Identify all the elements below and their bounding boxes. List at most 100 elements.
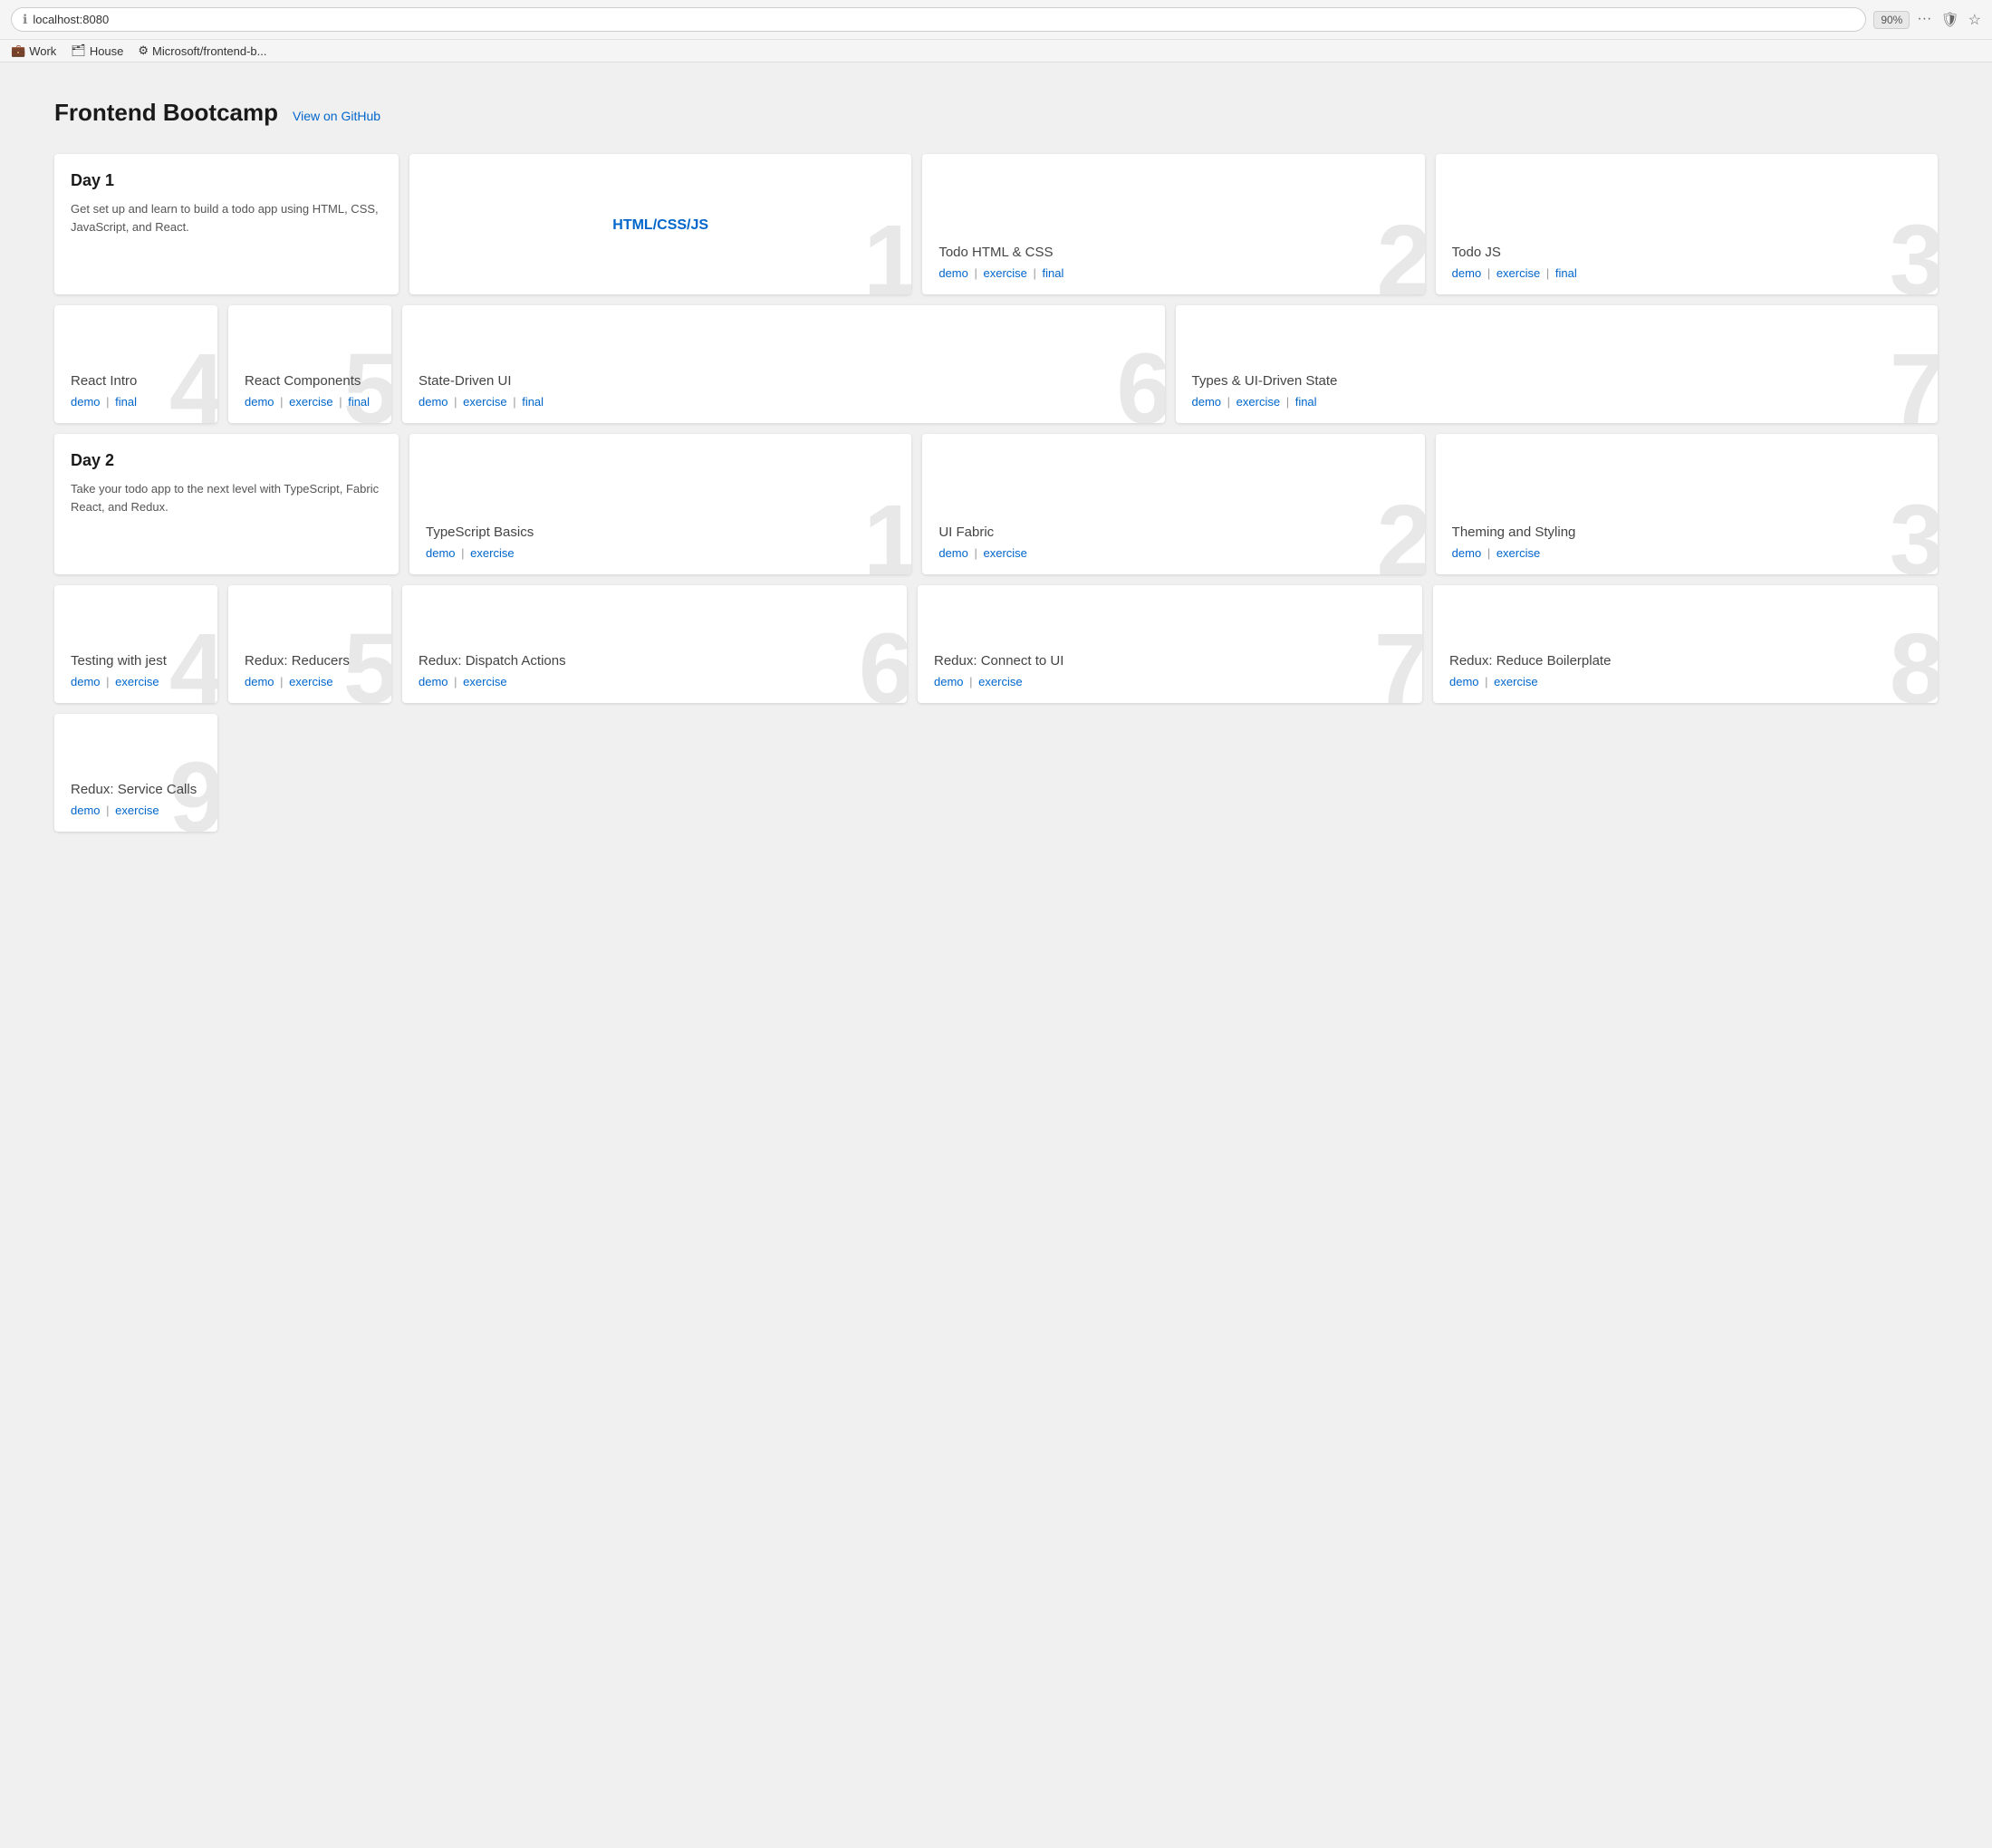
- zoom-badge: 90%: [1873, 11, 1910, 29]
- redux-service-exercise[interactable]: exercise: [115, 804, 159, 817]
- redux-dispatch-demo[interactable]: demo: [419, 675, 448, 688]
- redux-dispatch-exercise[interactable]: exercise: [463, 675, 506, 688]
- redux-reducers-exercise[interactable]: exercise: [289, 675, 332, 688]
- ui-fabric-links: demo | exercise: [938, 546, 1408, 560]
- testing-links: demo | exercise: [71, 675, 201, 688]
- react-intro-final[interactable]: final: [115, 395, 137, 409]
- page-content: Frontend Bootcamp View on GitHub Day 1 G…: [0, 63, 1992, 1838]
- todo-js-exercise[interactable]: exercise: [1496, 266, 1540, 280]
- ui-fabric-exercise[interactable]: exercise: [983, 546, 1026, 560]
- card-react-intro-inner: React Intro demo | final: [54, 305, 217, 423]
- row-2: 4 React Intro demo | final 5 React Compo…: [54, 305, 1938, 423]
- redux-reducers-title: Redux: Reducers: [245, 652, 375, 670]
- card-todo-js-inner: Todo JS demo | exercise | final: [1436, 154, 1938, 294]
- card-react-components-inner: React Components demo | exercise | final: [228, 305, 391, 423]
- types-ui-links: demo | exercise | final: [1192, 395, 1922, 409]
- page-title: Frontend Bootcamp: [54, 99, 278, 127]
- redux-dispatch-links: demo | exercise: [419, 675, 890, 688]
- typescript-title: TypeScript Basics: [426, 524, 895, 542]
- card-day2-inner: Day 2 Take your todo app to the next lev…: [54, 434, 399, 574]
- typescript-exercise[interactable]: exercise: [470, 546, 514, 560]
- typescript-demo[interactable]: demo: [426, 546, 456, 560]
- theming-links: demo | exercise: [1452, 546, 1921, 560]
- react-components-final[interactable]: final: [348, 395, 370, 409]
- card-day2: Day 2 Take your todo app to the next lev…: [54, 434, 399, 574]
- react-intro-demo[interactable]: demo: [71, 395, 101, 409]
- types-ui-demo[interactable]: demo: [1192, 395, 1222, 409]
- todo-html-css-links: demo | exercise | final: [938, 266, 1408, 280]
- sep1: |: [974, 266, 980, 280]
- card-redux-connect-inner: Redux: Connect to UI demo | exercise: [918, 585, 1422, 703]
- redux-connect-demo[interactable]: demo: [934, 675, 964, 688]
- todo-js-final[interactable]: final: [1555, 266, 1577, 280]
- types-ui-exercise[interactable]: exercise: [1237, 395, 1280, 409]
- card-state-driven-inner: State-Driven UI demo | exercise | final: [402, 305, 1165, 423]
- card-todo-html-css: 2 Todo HTML & CSS demo | exercise | fina…: [922, 154, 1424, 294]
- card-redux-boilerplate: 8 Redux: Reduce Boilerplate demo | exerc…: [1433, 585, 1938, 703]
- more-icon[interactable]: ···: [1917, 11, 1931, 29]
- browser-toolbar: ℹ localhost:8080 90% ··· 🛡 ☆: [0, 0, 1992, 39]
- page-header: Frontend Bootcamp View on GitHub: [54, 99, 1938, 127]
- htmlcssjs-link[interactable]: HTML/CSS/JS: [612, 217, 708, 234]
- theming-title: Theming and Styling: [1452, 524, 1921, 542]
- bookmark-github[interactable]: ⚙ Microsoft/frontend-b...: [138, 43, 266, 58]
- view-on-github-link[interactable]: View on GitHub: [293, 109, 380, 123]
- theming-exercise[interactable]: exercise: [1496, 546, 1540, 560]
- react-components-exercise[interactable]: exercise: [289, 395, 332, 409]
- card-typescript-basics: 1 TypeScript Basics demo | exercise: [409, 434, 911, 574]
- todo-html-css-title: Todo HTML & CSS: [938, 244, 1408, 262]
- day1-title: Day 1: [71, 170, 382, 191]
- todo-html-css-final[interactable]: final: [1043, 266, 1064, 280]
- card-theming-inner: Theming and Styling demo | exercise: [1436, 434, 1938, 574]
- testing-demo[interactable]: demo: [71, 675, 101, 688]
- day2-title: Day 2: [71, 450, 382, 471]
- toolbar-icons: ··· 🛡 ☆: [1917, 11, 1981, 29]
- redux-service-demo[interactable]: demo: [71, 804, 101, 817]
- todo-html-css-demo[interactable]: demo: [938, 266, 968, 280]
- testing-exercise[interactable]: exercise: [115, 675, 159, 688]
- todo-js-links: demo | exercise | final: [1452, 266, 1921, 280]
- card-redux-service: 9 Redux: Service Calls demo | exercise: [54, 714, 217, 832]
- state-driven-demo[interactable]: demo: [419, 395, 448, 409]
- card-ui-fabric-inner: UI Fabric demo | exercise: [922, 434, 1424, 574]
- bookmark-work[interactable]: 💼 Work: [11, 43, 56, 58]
- card-day1-inner: Day 1 Get set up and learn to build a to…: [54, 154, 399, 294]
- card-todo-html-css-inner: Todo HTML & CSS demo | exercise | final: [922, 154, 1424, 294]
- redux-reducers-demo[interactable]: demo: [245, 675, 274, 688]
- card-redux-dispatch: 6 Redux: Dispatch Actions demo | exercis…: [402, 585, 907, 703]
- redux-connect-title: Redux: Connect to UI: [934, 652, 1406, 670]
- redux-boilerplate-exercise[interactable]: exercise: [1494, 675, 1537, 688]
- react-intro-links: demo | final: [71, 395, 201, 409]
- redux-connect-exercise[interactable]: exercise: [978, 675, 1022, 688]
- row-1: Day 1 Get set up and learn to build a to…: [54, 154, 1938, 294]
- state-driven-links: demo | exercise | final: [419, 395, 1149, 409]
- cards-grid: Day 1 Get set up and learn to build a to…: [54, 154, 1938, 832]
- star-icon[interactable]: ☆: [1968, 11, 1981, 29]
- types-ui-final[interactable]: final: [1295, 395, 1317, 409]
- browser-chrome: ℹ localhost:8080 90% ··· 🛡 ☆ 💼 Work 🗂 Ho…: [0, 0, 1992, 63]
- todo-js-demo[interactable]: demo: [1452, 266, 1482, 280]
- redux-service-links: demo | exercise: [71, 804, 201, 817]
- redux-boilerplate-demo[interactable]: demo: [1449, 675, 1479, 688]
- address-bar[interactable]: ℹ localhost:8080: [11, 7, 1866, 32]
- react-components-demo[interactable]: demo: [245, 395, 274, 409]
- row-3: Day 2 Take your todo app to the next lev…: [54, 434, 1938, 574]
- card-state-driven-ui: 6 State-Driven UI demo | exercise | fina…: [402, 305, 1165, 423]
- address-text: localhost:8080: [33, 13, 109, 26]
- card-htmlcssjs: 1 HTML/CSS/JS: [409, 154, 911, 294]
- theming-demo[interactable]: demo: [1452, 546, 1482, 560]
- bookmark-work-label: Work: [29, 44, 56, 58]
- day1-desc: Get set up and learn to build a todo app…: [71, 200, 382, 236]
- ui-fabric-demo[interactable]: demo: [938, 546, 968, 560]
- bookmark-github-label: Microsoft/frontend-b...: [152, 44, 266, 58]
- todo-html-css-exercise[interactable]: exercise: [983, 266, 1026, 280]
- shield-icon[interactable]: 🛡: [1940, 11, 1958, 29]
- state-driven-final[interactable]: final: [522, 395, 544, 409]
- card-todo-js: 3 Todo JS demo | exercise | final: [1436, 154, 1938, 294]
- info-icon: ℹ: [23, 12, 27, 27]
- bookmark-house[interactable]: 🗂 House: [71, 43, 123, 58]
- card-react-intro: 4 React Intro demo | final: [54, 305, 217, 423]
- state-driven-exercise[interactable]: exercise: [463, 395, 506, 409]
- card-redux-connect: 7 Redux: Connect to UI demo | exercise: [918, 585, 1422, 703]
- card-testing-inner: Testing with jest demo | exercise: [54, 585, 217, 703]
